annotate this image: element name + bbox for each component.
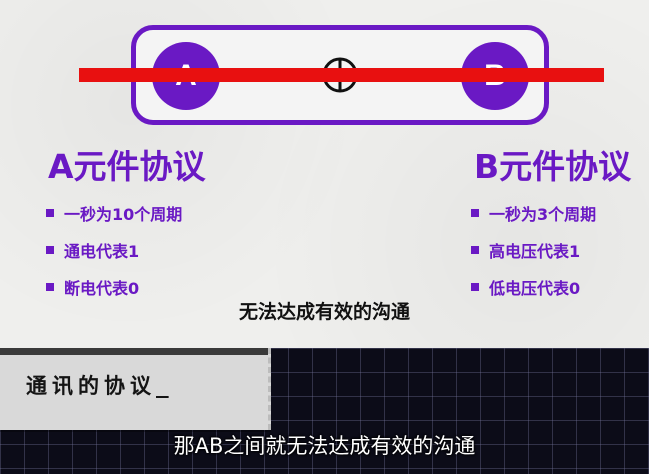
bullet-square-icon — [46, 283, 54, 291]
video-subtitle: 那AB之间就无法达成有效的沟通 — [173, 434, 476, 458]
banner-stripe — [0, 348, 268, 355]
list-item-text: 断电代表0 — [64, 279, 140, 298]
list-item-text: 高电压代表1 — [489, 242, 581, 261]
section-tag-text: 通讯的协议_ — [26, 374, 174, 398]
bullet-square-icon — [471, 283, 479, 291]
protocol-a-title: A元件协议 — [48, 147, 206, 186]
bullet-square-icon — [471, 209, 479, 217]
blocked-line — [79, 68, 604, 82]
protocol-b-title: B元件协议 — [474, 147, 632, 186]
list-item: 断电代表0 — [46, 276, 182, 298]
list-item-text: 通电代表1 — [64, 242, 140, 261]
list-item-text: 低电压代表0 — [489, 279, 581, 298]
list-item: 高电压代表1 — [471, 239, 596, 261]
list-item: 一秒为3个周期 — [471, 202, 596, 224]
list-item-text: 一秒为3个周期 — [489, 205, 597, 224]
list-item: 通电代表1 — [46, 239, 182, 261]
bullet-square-icon — [471, 246, 479, 254]
conclusion-text: 无法达成有效的沟通 — [238, 301, 410, 323]
bullet-square-icon — [46, 209, 54, 217]
list-item-text: 一秒为10个周期 — [64, 205, 183, 224]
list-item: 低电压代表0 — [471, 276, 596, 298]
bullet-square-icon — [46, 246, 54, 254]
list-item: 一秒为10个周期 — [46, 202, 182, 224]
